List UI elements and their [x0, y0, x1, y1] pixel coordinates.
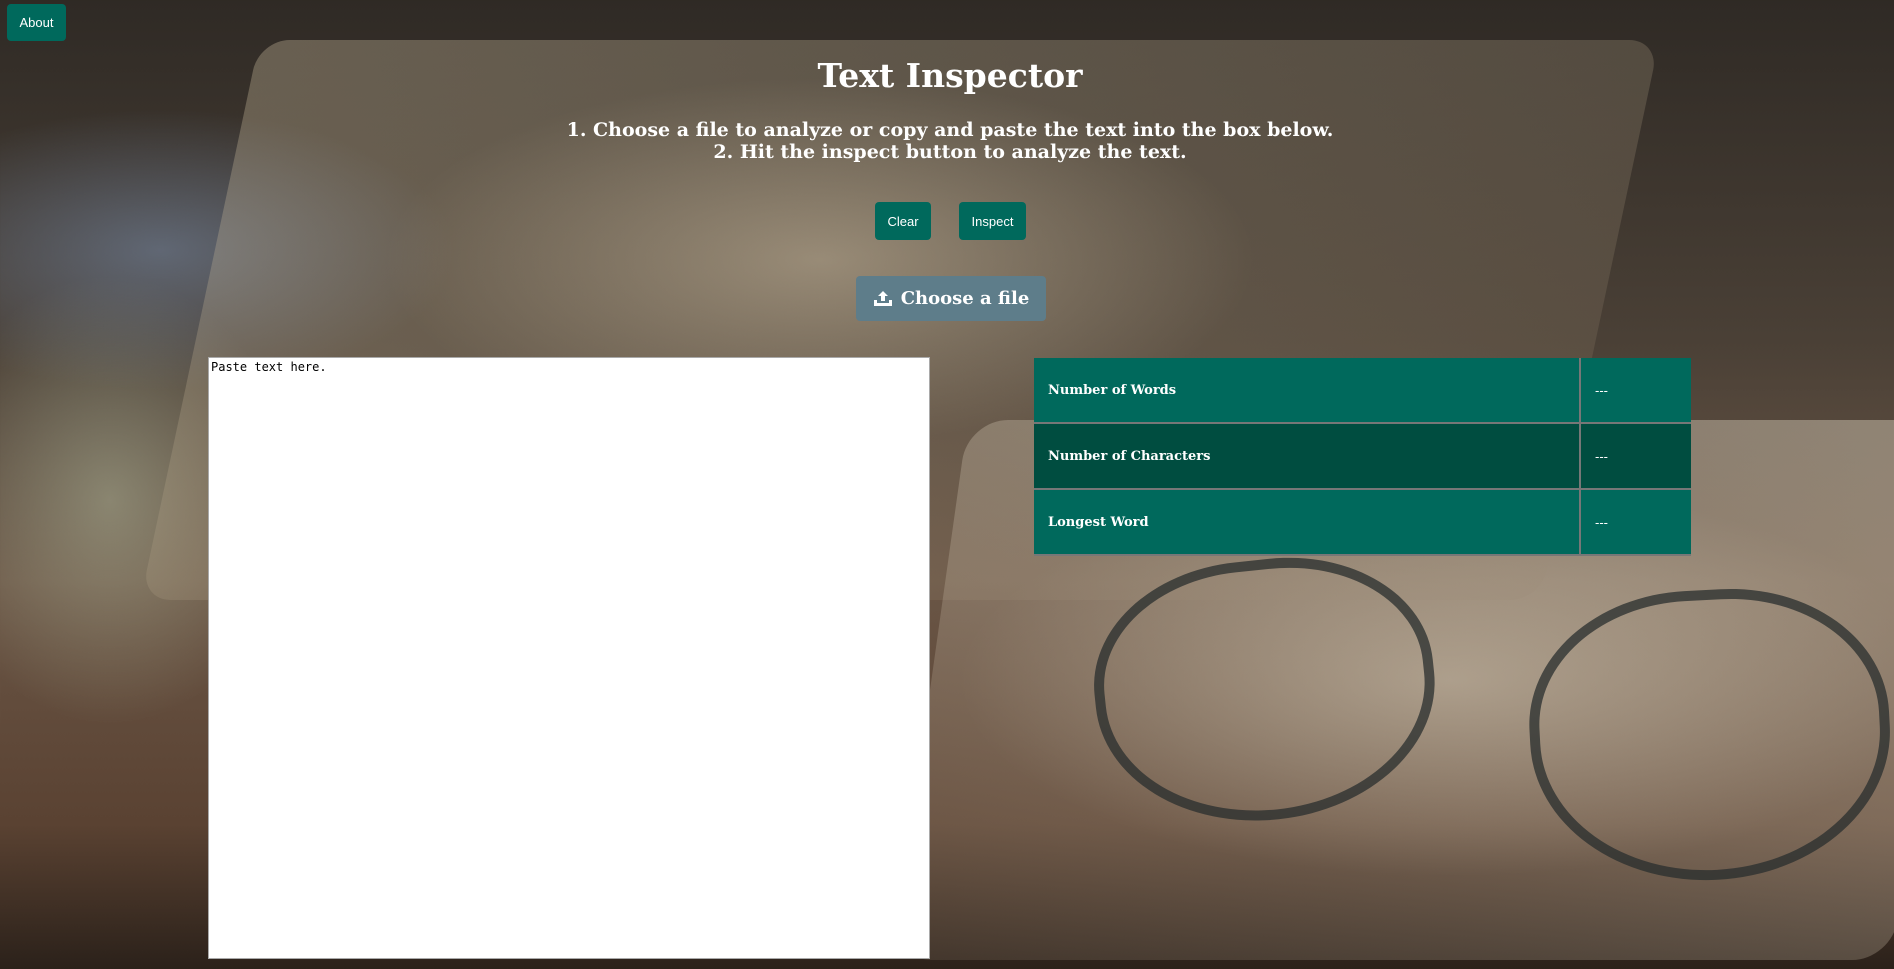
instruction-step-2: 2. Hit the inspect button to analyze the… [713, 141, 1187, 163]
stats-table: Number of Words --- Number of Characters… [1034, 358, 1691, 556]
stats-value: --- [1580, 489, 1691, 556]
choose-file-button[interactable]: Choose a file [856, 276, 1046, 321]
stats-label: Number of Characters [1034, 423, 1581, 490]
stats-label: Longest Word [1034, 489, 1581, 556]
background-glasses-lens-left [1082, 542, 1448, 838]
stats-row-longest-word: Longest Word --- [1034, 489, 1691, 556]
clear-button[interactable]: Clear [875, 202, 931, 240]
text-input[interactable] [208, 357, 930, 959]
stats-label: Number of Words [1034, 358, 1581, 424]
page-title: Text Inspector [817, 56, 1083, 95]
instruction-step-1: 1. Choose a file to analyze or copy and … [566, 119, 1334, 141]
inspect-button[interactable]: Inspect [959, 202, 1026, 240]
stats-row-characters: Number of Characters --- [1034, 423, 1691, 490]
stats-value: --- [1580, 358, 1691, 424]
about-button[interactable]: About [7, 4, 66, 41]
stats-value: --- [1580, 423, 1691, 490]
stats-row-words: Number of Words --- [1034, 358, 1691, 424]
choose-file-label: Choose a file [900, 288, 1030, 309]
upload-icon [873, 290, 892, 306]
instructions: 1. Choose a file to analyze or copy and … [0, 119, 1894, 163]
background-glasses-lens-right [1522, 580, 1894, 890]
